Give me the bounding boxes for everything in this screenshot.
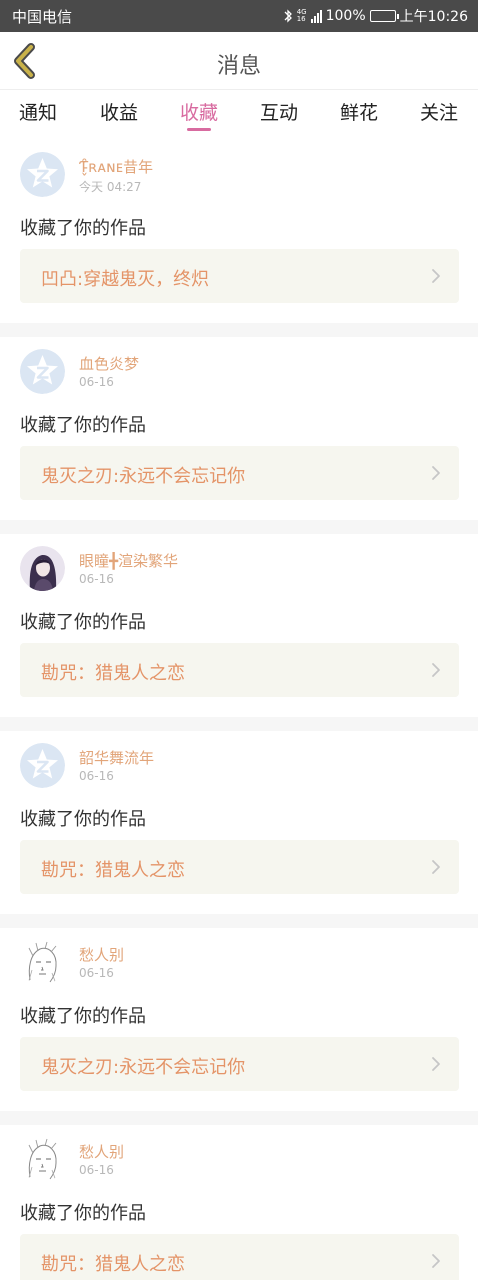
list-item: 眼瞳╋渲染繁华 06-16 收藏了你的作品 勘咒：猎鬼人之恋 [0,534,478,717]
default-avatar-icon[interactable] [20,349,65,394]
signal-icon [310,9,322,23]
work-title: 勘咒：猎鬼人之恋 [41,860,185,881]
item-date: 06-16 [79,769,114,783]
default-avatar-icon[interactable] [20,743,65,788]
action-text: 收藏了你的作品 [20,218,146,239]
list-item: 血色炎梦 06-16 收藏了你的作品 鬼灭之刃:永远不会忘记你 [0,337,478,520]
work-link[interactable]: 鬼灭之刃:永远不会忘记你 [20,1037,459,1091]
photo-avatar[interactable] [20,546,65,591]
chevron-right-icon [432,1057,440,1071]
list-item: 愁人别 06-16 收藏了你的作品 勘咒：猎鬼人之恋 [0,1125,478,1280]
work-title: 鬼灭之刃:永远不会忘记你 [41,1057,246,1078]
battery-icon [369,10,399,22]
work-title: 勘咒：猎鬼人之恋 [41,1254,185,1275]
favorites-list: Ƭ̵̬̊ʀᴀɴᴇ昔年 今天 04:27 收藏了你的作品 凹凸:穿越鬼灭，终炽 血… [0,140,478,1280]
sketch-avatar[interactable] [20,940,65,985]
divider [0,323,478,337]
user-name[interactable]: 愁人别 [79,944,124,965]
tab-following[interactable]: 关注 [420,98,458,125]
active-tab-indicator [187,128,211,131]
divider [0,520,478,534]
chevron-right-icon [432,269,440,283]
user-name[interactable]: 愁人别 [79,1141,124,1162]
work-title: 凹凸:穿越鬼灭，终炽 [41,269,210,290]
action-text: 收藏了你的作品 [20,415,146,436]
default-avatar-icon[interactable] [20,152,65,197]
divider [0,717,478,731]
bluetooth-icon [284,9,292,23]
tab-favorites[interactable]: 收藏 [180,98,218,125]
work-link[interactable]: 凹凸:穿越鬼灭，终炽 [20,249,459,303]
chevron-right-icon [432,1254,440,1268]
list-item: 韶华舞流年 06-16 收藏了你的作品 勘咒：猎鬼人之恋 [0,731,478,914]
user-name[interactable]: 血色炎梦 [79,353,139,374]
divider [0,1111,478,1125]
action-text: 收藏了你的作品 [20,809,146,830]
tab-flowers[interactable]: 鲜花 [340,98,378,125]
tab-interaction[interactable]: 互动 [260,98,298,125]
item-date: 06-16 [79,1163,114,1177]
status-time: 上午10:26 [399,9,468,25]
item-date: 06-16 [79,966,114,980]
work-link[interactable]: 勘咒：猎鬼人之恋 [20,840,459,894]
status-icons: 4G 16 100% 上午10:26 [283,6,468,26]
top-bar: 消息 [0,32,478,90]
work-link[interactable]: 勘咒：猎鬼人之恋 [20,643,459,697]
list-item: Ƭ̵̬̊ʀᴀɴᴇ昔年 今天 04:27 收藏了你的作品 凹凸:穿越鬼灭，终炽 [0,140,478,323]
page-title: 消息 [216,54,261,79]
chevron-right-icon [432,663,440,677]
action-text: 收藏了你的作品 [20,1006,146,1027]
tab-bar: 通知 收益 收藏 互动 鲜花 关注 [0,90,478,132]
sketch-avatar[interactable] [20,1137,65,1182]
list-item: 愁人别 06-16 收藏了你的作品 鬼灭之刃:永远不会忘记你 [0,928,478,1111]
tab-earnings[interactable]: 收益 [100,98,138,125]
item-date: 今天 04:27 [79,180,142,194]
work-link[interactable]: 勘咒：猎鬼人之恋 [20,1234,459,1280]
item-date: 06-16 [79,375,114,389]
carrier-name: 中国电信 [12,8,73,26]
chevron-right-icon [432,860,440,874]
user-name[interactable]: 韶华舞流年 [79,747,154,768]
work-title: 鬼灭之刃:永远不会忘记你 [41,466,246,487]
action-text: 收藏了你的作品 [20,1203,146,1224]
chevron-right-icon [432,466,440,480]
user-name[interactable]: Ƭ̵̬̊ʀᴀɴᴇ昔年 [79,156,153,177]
action-text: 收藏了你的作品 [20,612,146,633]
item-date: 06-16 [79,572,114,586]
battery-percent: 100% [325,8,366,24]
network-type: 4G 16 [296,8,307,23]
work-title: 勘咒：猎鬼人之恋 [41,663,185,684]
tab-notice[interactable]: 通知 [19,98,57,125]
divider [0,914,478,928]
work-link[interactable]: 鬼灭之刃:永远不会忘记你 [20,446,459,500]
status-bar: 中国电信 4G 16 100% 上午10:26 [0,0,478,32]
user-name[interactable]: 眼瞳╋渲染繁华 [79,550,178,571]
